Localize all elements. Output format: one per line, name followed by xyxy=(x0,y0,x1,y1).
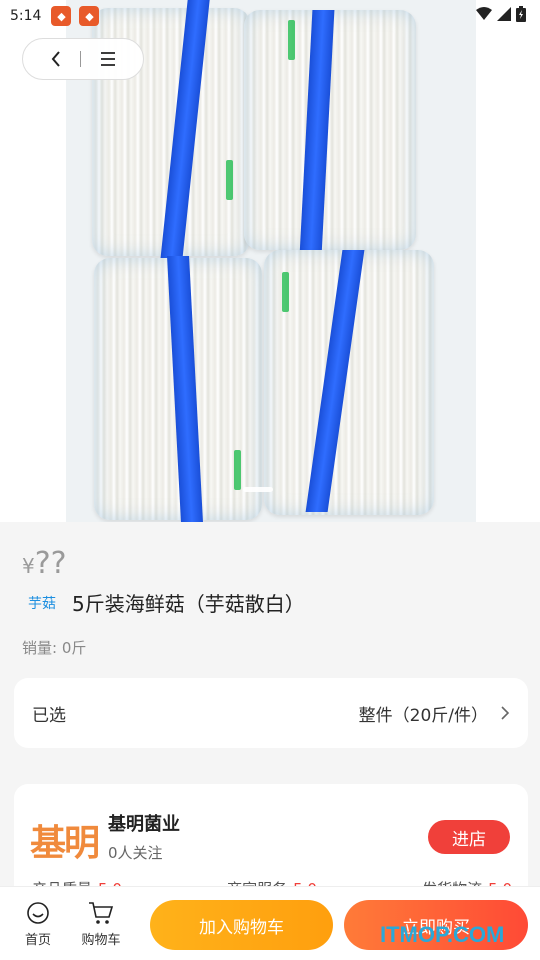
status-bar: 5:14 ◆ ◆ xyxy=(0,0,540,32)
signal-icon xyxy=(497,7,511,21)
notification-icon: ◆ xyxy=(51,6,72,26)
chevron-right-icon xyxy=(501,706,510,720)
product-tag: 芋菇 xyxy=(28,595,56,612)
watermark: ITMOP.COM xyxy=(380,922,505,947)
status-time: 5:14 xyxy=(10,8,42,24)
shop-logo: 基明 xyxy=(30,823,100,864)
sales-count: 销量: 0斤 xyxy=(22,639,87,657)
enter-shop-button[interactable]: 进店 xyxy=(428,820,510,854)
product-title-row: 芋菇 5斤装海鲜菇（芋菇散白） xyxy=(22,588,305,617)
shop-name: 基明菌业 xyxy=(108,814,180,835)
spec-label: 已选 xyxy=(32,705,66,726)
home-icon xyxy=(27,902,49,924)
tab-cart[interactable]: 购物车 xyxy=(77,901,125,948)
price-symbol: ¥ xyxy=(22,554,35,578)
shop-followers: 0人关注 xyxy=(108,844,163,862)
tab-home[interactable]: 首页 xyxy=(14,901,62,948)
spec-selector[interactable]: 已选 整件（20斤/件） xyxy=(14,678,528,748)
product-price: ¥?? xyxy=(22,546,67,581)
add-to-cart-button[interactable]: 加入购物车 xyxy=(150,900,333,950)
tab-home-label: 首页 xyxy=(24,933,51,948)
menu-icon[interactable] xyxy=(100,52,116,66)
battery-icon xyxy=(516,6,526,22)
price-value: ?? xyxy=(34,546,67,581)
wifi-icon xyxy=(476,7,492,20)
spec-value: 整件（20斤/件） xyxy=(358,705,488,726)
back-arrow-icon[interactable] xyxy=(50,50,62,68)
capsule-divider xyxy=(80,51,82,67)
nav-capsule xyxy=(22,38,144,80)
tab-cart-label: 购物车 xyxy=(81,933,121,948)
notification-icon: ◆ xyxy=(79,6,100,26)
carousel-indicator xyxy=(243,487,273,492)
cart-icon xyxy=(89,902,114,924)
product-title: 5斤装海鲜菇（芋菇散白） xyxy=(72,592,305,616)
